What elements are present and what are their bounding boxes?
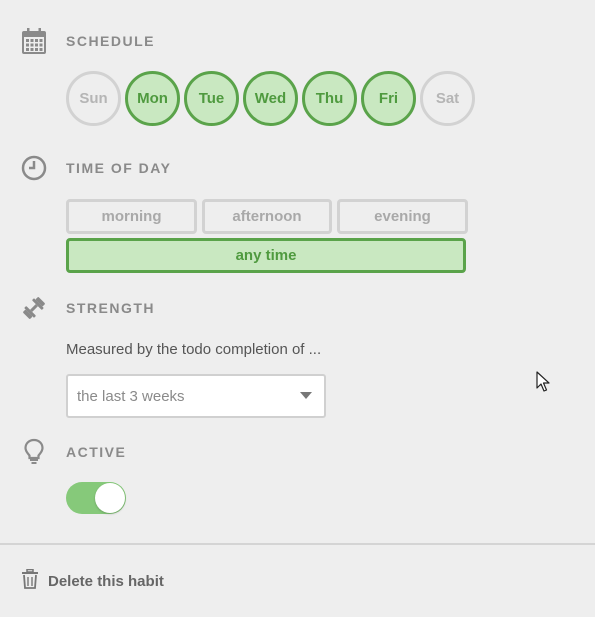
- time-any-button[interactable]: any time: [66, 238, 466, 273]
- strength-title: STRENGTH: [66, 300, 155, 316]
- toggle-knob: [95, 483, 125, 513]
- strength-period-select[interactable]: the last 3 weeks: [66, 374, 326, 418]
- delete-habit-label: Delete this habit: [48, 573, 164, 590]
- mouse-cursor-icon: [536, 371, 550, 398]
- chevron-down-icon: [300, 392, 312, 399]
- schedule-title: SCHEDULE: [66, 33, 156, 49]
- time-evening-button[interactable]: evening: [337, 199, 468, 234]
- day-mon[interactable]: Mon: [125, 71, 180, 126]
- time-of-day-options: morning afternoon evening: [66, 199, 468, 234]
- time-morning-button[interactable]: morning: [66, 199, 197, 234]
- delete-habit-button[interactable]: Delete this habit: [21, 568, 164, 594]
- trash-icon: [21, 568, 39, 594]
- active-toggle[interactable]: [66, 482, 126, 514]
- clock-icon: [21, 155, 47, 181]
- divider: [0, 543, 595, 545]
- day-fri[interactable]: Fri: [361, 71, 416, 126]
- day-selector: Sun Mon Tue Wed Thu Fri Sat: [66, 71, 475, 126]
- day-wed[interactable]: Wed: [243, 71, 298, 126]
- active-title: ACTIVE: [66, 444, 127, 460]
- day-tue[interactable]: Tue: [184, 71, 239, 126]
- strength-description: Measured by the todo completion of ...: [66, 341, 322, 358]
- calendar-icon: [21, 28, 47, 54]
- lightbulb-icon: [21, 438, 47, 464]
- dumbbell-icon: [21, 295, 47, 321]
- time-of-day-title: TIME OF DAY: [66, 160, 172, 176]
- day-thu[interactable]: Thu: [302, 71, 357, 126]
- day-sat[interactable]: Sat: [420, 71, 475, 126]
- strength-period-value: the last 3 weeks: [77, 387, 185, 405]
- time-afternoon-button[interactable]: afternoon: [202, 199, 332, 234]
- day-sun[interactable]: Sun: [66, 71, 121, 126]
